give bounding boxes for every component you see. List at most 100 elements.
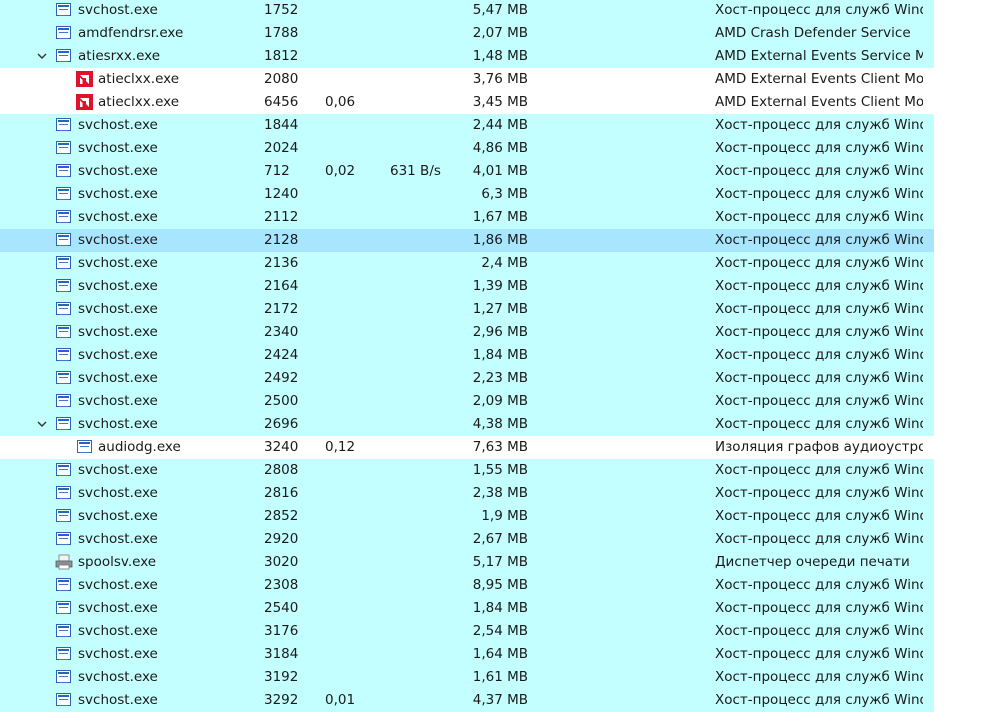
service-window-icon: [55, 255, 73, 271]
service-window-icon: [55, 393, 73, 409]
process-pid: 2164: [264, 278, 299, 294]
process-memory: 2,38 MB: [472, 485, 528, 501]
process-cpu: [325, 344, 375, 367]
process-pid: 2340: [264, 324, 299, 340]
process-name: svchost.exe: [78, 669, 158, 685]
process-memory: 1,27 MB: [472, 301, 528, 317]
process-cpu: [325, 137, 375, 160]
process-description: Хост-процесс для служб Windows: [715, 646, 923, 662]
process-cpu: [325, 114, 375, 137]
process-cpu: 0,01: [325, 692, 356, 708]
service-window-icon: [55, 508, 73, 524]
service-window-icon: [55, 186, 73, 202]
process-pid: 2500: [264, 393, 299, 409]
process-memory: 1,64 MB: [472, 646, 528, 662]
process-row[interactable]: spoolsv.exe 3020 5,17 MB Диспетчер очереди …: [0, 551, 934, 574]
process-row[interactable]: svchost.exe 1240 6,3 MB Хост-процесс для сл…: [0, 183, 934, 206]
process-name: atieclxx.exe: [98, 94, 180, 110]
process-name: svchost.exe: [78, 255, 158, 271]
process-memory: 6,3 MB: [481, 186, 528, 202]
process-row[interactable]: atieclxx.exe 2080 3,76 MB AMD External Even…: [0, 68, 934, 91]
process-description: Хост-процесс для служб Windows: [715, 278, 923, 294]
process-memory: 1,39 MB: [472, 278, 528, 294]
process-pid: 2424: [264, 347, 299, 363]
process-cpu: [325, 551, 375, 574]
process-cpu: [325, 528, 375, 551]
process-memory: 2,23 MB: [472, 370, 528, 386]
service-window-icon: [55, 531, 73, 547]
process-row[interactable]: atieclxx.exe 6456 0,06 3,45 MB AMD External …: [0, 91, 934, 114]
process-description: AMD Crash Defender Service: [715, 25, 911, 41]
process-description: Хост-процесс для служб Windows: [715, 163, 923, 179]
process-description: AMD External Events Client Module: [715, 71, 923, 87]
process-row[interactable]: svchost.exe 2424 1,84 MB Хост-процесс для с…: [0, 344, 934, 367]
process-description: Хост-процесс для служб Windows: [715, 117, 923, 133]
process-cpu: [325, 597, 375, 620]
process-pid: 3192: [264, 669, 299, 685]
process-row[interactable]: svchost.exe 712 0,02 631 B/s 4,01 MB Хост-про…: [0, 160, 934, 183]
process-row[interactable]: svchost.exe 3176 2,54 MB Хост-процесс для с…: [0, 620, 934, 643]
process-row[interactable]: svchost.exe 2920 2,67 MB Хост-процесс для с…: [0, 528, 934, 551]
process-description: Хост-процесс для служб Windows: [715, 324, 923, 340]
process-pid: 2808: [264, 462, 299, 478]
process-row[interactable]: svchost.exe 2172 1,27 MB Хост-процесс для с…: [0, 298, 934, 321]
process-row[interactable]: amdfendrsr.exe 1788 2,07 MB AMD Crash Defen…: [0, 22, 934, 45]
process-name: svchost.exe: [78, 140, 158, 156]
process-pid: 2024: [264, 140, 299, 156]
amd-logo-icon: [76, 71, 94, 87]
process-row[interactable]: svchost.exe 2540 1,84 MB Хост-процесс для с…: [0, 597, 934, 620]
process-cpu: [325, 643, 375, 666]
process-cpu: [325, 367, 375, 390]
process-row[interactable]: svchost.exe 3292 0,01 4,37 MB Хост-процесс д…: [0, 689, 934, 712]
process-row[interactable]: atiesrxx.exe 1812 1,48 MB AMD External Even…: [0, 45, 934, 68]
process-name: spoolsv.exe: [78, 554, 157, 570]
process-name: svchost.exe: [78, 370, 158, 386]
process-memory: 3,45 MB: [472, 94, 528, 110]
process-pid: 2920: [264, 531, 299, 547]
process-row[interactable]: svchost.exe 2816 2,38 MB Хост-процесс для с…: [0, 482, 934, 505]
process-memory: 8,95 MB: [472, 577, 528, 593]
process-row[interactable]: svchost.exe 1752 5,47 MB Хост-процесс для с…: [0, 0, 934, 22]
process-memory: 4,01 MB: [472, 163, 528, 179]
process-description: AMD External Events Service Module: [715, 48, 923, 64]
process-pid: 3240: [264, 439, 299, 455]
process-row[interactable]: svchost.exe 2136 2,4 MB Хост-процесс для сл…: [0, 252, 934, 275]
process-description: Хост-процесс для служб Windows: [715, 186, 923, 202]
process-description: Хост-процесс для служб Windows: [715, 600, 923, 616]
process-name: audiodg.exe: [98, 439, 181, 455]
process-pid: 712: [264, 163, 290, 179]
process-row[interactable]: svchost.exe 2128 1,86 MB Хост-процесс для с…: [0, 229, 934, 252]
process-name: svchost.exe: [78, 577, 158, 593]
service-window-icon: [55, 2, 73, 18]
process-description: Диспетчер очереди печати: [715, 554, 910, 570]
process-memory: 2,44 MB: [472, 117, 528, 133]
process-row[interactable]: svchost.exe 3184 1,64 MB Хост-процесс для с…: [0, 643, 934, 666]
process-row[interactable]: svchost.exe 2808 1,55 MB Хост-процесс для с…: [0, 459, 934, 482]
process-description: Хост-процесс для служб Windows: [715, 462, 923, 478]
process-cpu: [325, 183, 375, 206]
process-row[interactable]: svchost.exe 2024 4,86 MB Хост-процесс для с…: [0, 137, 934, 160]
process-memory: 7,63 MB: [472, 439, 528, 455]
process-description: Хост-процесс для служб Windows: [715, 485, 923, 501]
process-pid: 1812: [264, 48, 299, 64]
process-row[interactable]: svchost.exe 2696 4,38 MB Хост-процесс для с…: [0, 413, 934, 436]
process-row[interactable]: svchost.exe 2308 8,95 MB Хост-процесс для с…: [0, 574, 934, 597]
process-name: svchost.exe: [78, 347, 158, 363]
process-row[interactable]: svchost.exe 1844 2,44 MB Хост-процесс для с…: [0, 114, 934, 137]
process-row[interactable]: audiodg.exe 3240 0,12 7,63 MB Изоляция графо…: [0, 436, 934, 459]
process-row[interactable]: svchost.exe 2164 1,39 MB Хост-процесс для с…: [0, 275, 934, 298]
chevron-down-icon[interactable]: [34, 45, 50, 68]
chevron-down-icon[interactable]: [34, 413, 50, 436]
process-cpu: [325, 482, 375, 505]
process-row[interactable]: svchost.exe 2492 2,23 MB Хост-процесс для с…: [0, 367, 934, 390]
process-row[interactable]: svchost.exe 2112 1,67 MB Хост-процесс для с…: [0, 206, 934, 229]
process-row[interactable]: svchost.exe 2340 2,96 MB Хост-процесс для с…: [0, 321, 934, 344]
process-description: Хост-процесс для служб Windows: [715, 347, 923, 363]
service-window-icon: [55, 347, 73, 363]
service-window-icon: [55, 140, 73, 156]
process-row[interactable]: svchost.exe 2852 1,9 MB Хост-процесс для сл…: [0, 505, 934, 528]
process-row[interactable]: svchost.exe 3192 1,61 MB Хост-процесс для с…: [0, 666, 934, 689]
process-pid: 2308: [264, 577, 299, 593]
process-row[interactable]: svchost.exe 2500 2,09 MB Хост-процесс для с…: [0, 390, 934, 413]
process-description: Хост-процесс для служб Windows: [715, 301, 923, 317]
